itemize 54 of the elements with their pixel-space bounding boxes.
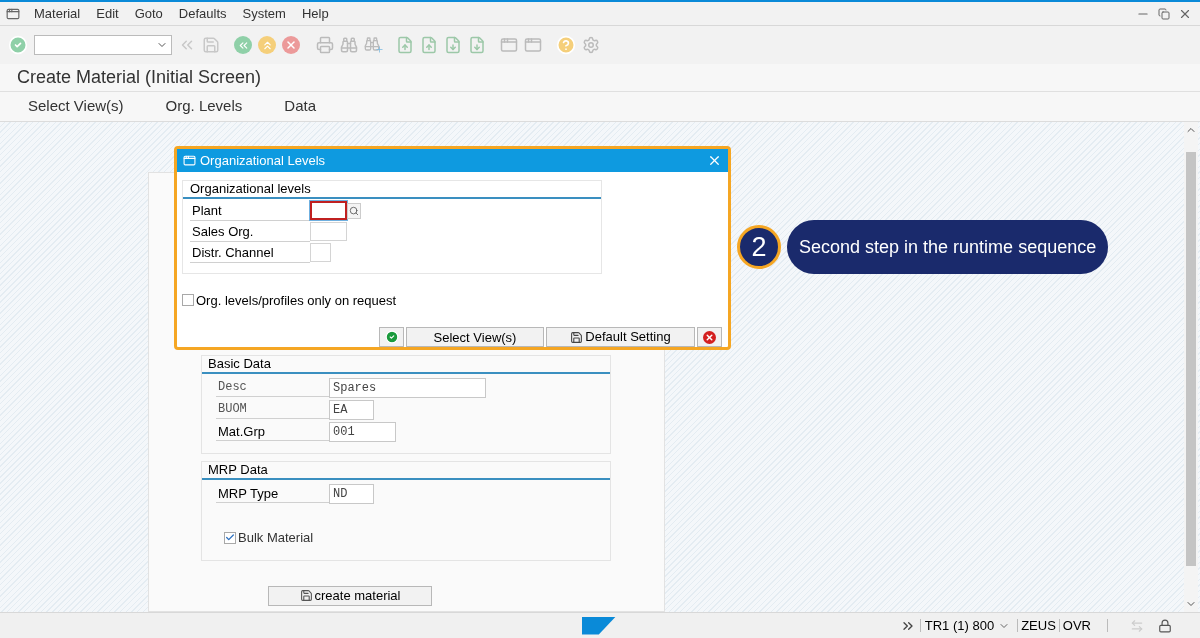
restore-icon[interactable]	[1158, 7, 1170, 20]
checkbox-label: Org. levels/profiles only on request	[196, 291, 397, 310]
user-name: ZEUS	[1021, 616, 1056, 635]
dialog-title: Organizational Levels	[200, 151, 327, 170]
lock-icon[interactable]	[1158, 618, 1172, 633]
cancel-icon	[703, 330, 716, 344]
exit-icon[interactable]	[258, 36, 276, 54]
input-field[interactable]: EA	[329, 399, 374, 420]
cancel-button[interactable]	[697, 327, 722, 347]
sap-logo	[581, 616, 616, 635]
check-icon[interactable]	[8, 35, 28, 55]
menu-item[interactable]: Edit	[88, 3, 127, 24]
window-icon	[183, 153, 196, 167]
command-field[interactable]	[34, 35, 172, 55]
callout-label: Second step in the runtime sequence	[787, 220, 1109, 274]
settings-icon[interactable]	[582, 36, 600, 54]
connection-icon[interactable]	[1130, 618, 1144, 633]
cancel-icon[interactable]	[282, 36, 300, 54]
check-icon	[384, 330, 399, 344]
input-field[interactable]	[310, 201, 347, 220]
input-field[interactable]: 001	[329, 421, 396, 442]
toolbar-button[interactable]: Select View(s)	[28, 95, 124, 118]
select-views-button[interactable]: Select View(s)	[406, 327, 544, 347]
save-icon[interactable]	[202, 36, 220, 54]
group-title: MRP Data	[202, 462, 610, 480]
back-icon[interactable]	[234, 36, 252, 54]
toolbar-button[interactable]: Data	[284, 95, 316, 118]
input-field[interactable]: Spares	[329, 377, 486, 398]
save-icon	[299, 589, 313, 602]
print-icon[interactable]	[316, 36, 334, 54]
search-help-button[interactable]	[347, 202, 361, 219]
create-material-button[interactable]: create material	[268, 585, 432, 606]
group-title: Basic Data	[202, 356, 610, 374]
toolbar-button[interactable]: Org. Levels	[165, 95, 243, 118]
group-title: Organizational levels	[183, 180, 601, 199]
menu-item[interactable]: Goto	[126, 3, 171, 24]
save-icon	[570, 330, 584, 344]
confirm-button[interactable]	[379, 327, 404, 347]
menu-item[interactable]: Material	[26, 3, 89, 24]
screen-title: Create Material (Initial Screen)	[0, 64, 1200, 92]
step-number-badge: 2	[737, 225, 781, 269]
checkbox[interactable]	[224, 531, 236, 544]
menu-item[interactable]: Help	[293, 3, 337, 24]
default-setting-button[interactable]: Default Setting	[546, 327, 695, 347]
checkbox[interactable]	[182, 294, 194, 307]
checkbox-label: Bulk Material	[238, 529, 314, 547]
input-field[interactable]: ND	[329, 483, 374, 504]
menu-item[interactable]: System	[234, 3, 294, 24]
insert-mode: OVR	[1062, 616, 1091, 635]
help-icon[interactable]	[556, 35, 576, 55]
search-icon[interactable]	[340, 36, 358, 54]
system-info: TR1 (1) 800	[924, 616, 995, 635]
menu-item[interactable]: Defaults	[170, 3, 235, 24]
scrollbar[interactable]	[1184, 122, 1198, 612]
